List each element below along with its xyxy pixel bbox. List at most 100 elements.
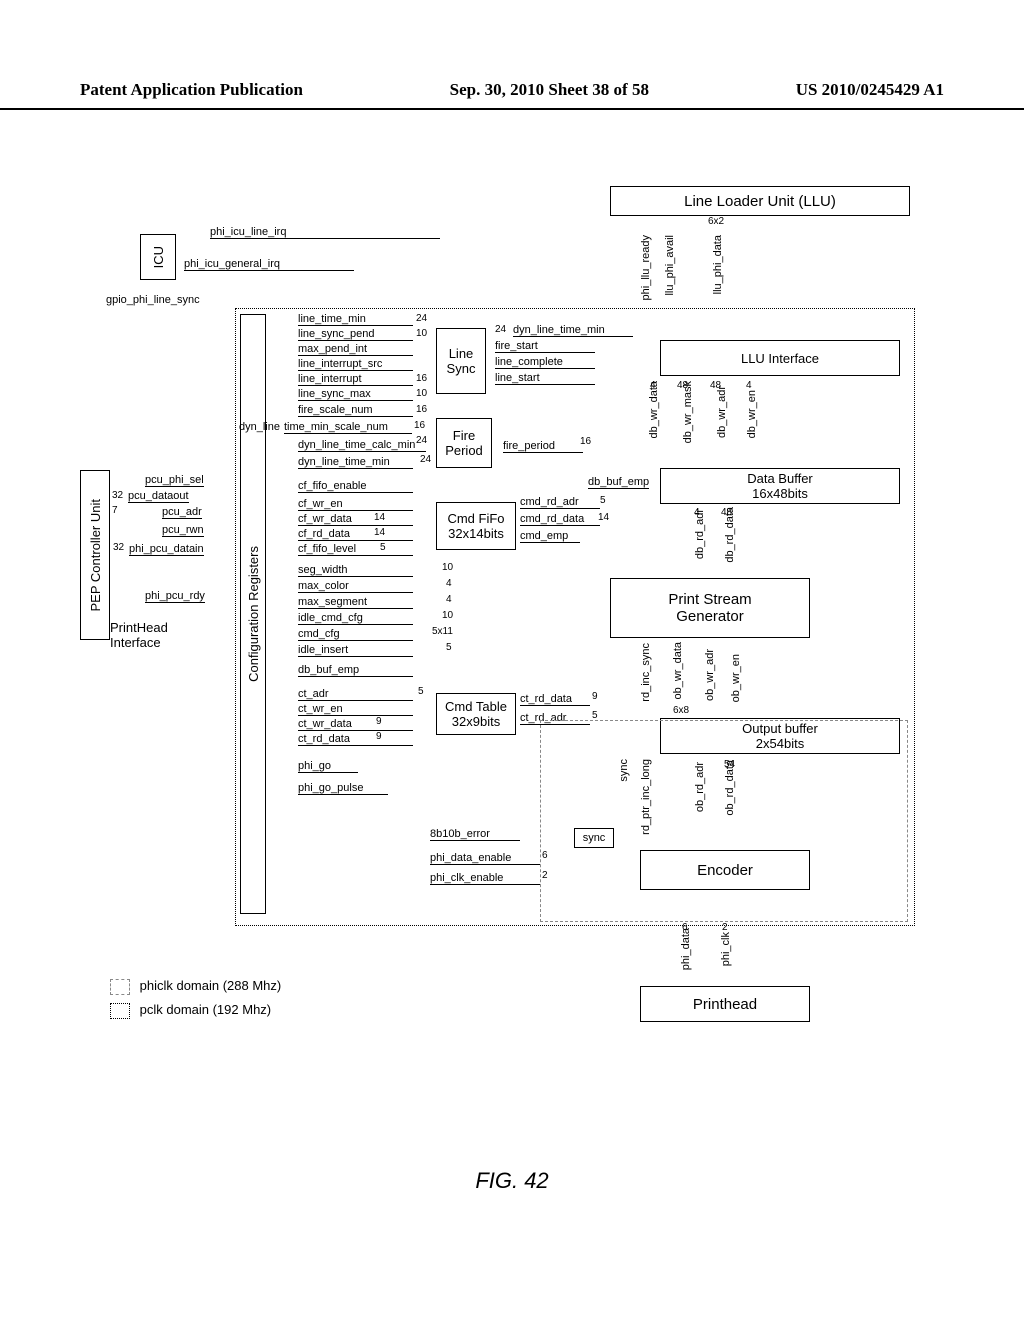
icu-block: ICU xyxy=(140,234,176,280)
sig-ob-wr-en: ob_wr_en xyxy=(730,654,742,702)
sig-llu-phi-avail: llu_phi_avail xyxy=(664,235,676,296)
figure-caption: FIG. 42 xyxy=(0,1168,1024,1194)
sig-cmd-cfg: cmd_cfg xyxy=(298,628,413,641)
sig-cf-wr-data: cf_wr_data xyxy=(298,513,413,526)
sig-cf-rd-data: cf_rd_data xyxy=(298,528,413,541)
page: Patent Application Publication Sep. 30, … xyxy=(0,0,1024,1320)
sig-ob-wr-data: ob_wr_data xyxy=(672,642,684,700)
sig-idle-cmd-cfg: idle_cmd_cfg xyxy=(298,612,413,625)
sig-phi-data-enable: phi_data_enable xyxy=(430,852,540,865)
sig-fire-period: fire_period xyxy=(503,440,583,453)
sig-line-time-min: line_time_min xyxy=(298,313,413,326)
sig-phi-go-pulse: phi_go_pulse xyxy=(298,782,388,795)
sig-ob-wr-adr: ob_wr_adr xyxy=(704,649,716,701)
legend-pclk: pclk domain (192 Mhz) xyxy=(110,1002,271,1019)
sig-32a: 32 xyxy=(112,490,123,501)
sig-line-complete: line_complete xyxy=(495,356,595,369)
w10d: 10 xyxy=(442,610,453,621)
w4d: 4 xyxy=(650,380,656,391)
sig-phi-icu-line-irq: phi_icu_line_irq xyxy=(210,226,440,239)
w48a: 48 xyxy=(677,380,688,391)
sig-max-color: max_color xyxy=(298,580,413,593)
legend-phiclk: phiclk domain (288 Mhz) xyxy=(110,978,281,995)
w5x11: 5x11 xyxy=(432,626,453,637)
sig-db-wr-adr: db_wr_adr xyxy=(716,386,728,438)
sig-phi-icu-general-irq: phi_icu_general_irq xyxy=(184,258,354,271)
header-left: Patent Application Publication xyxy=(80,80,303,100)
print-stream-block: Print Stream Generator xyxy=(610,578,810,638)
llu-title: Line Loader Unit (LLU) xyxy=(684,193,836,210)
w5a: 5 xyxy=(380,542,386,553)
config-label: Configuration Registers xyxy=(246,546,261,682)
sig-line-sync-pend: line_sync_pend xyxy=(298,328,413,341)
sig-max-pend-int: max_pend_int xyxy=(298,343,413,356)
w16a: 16 xyxy=(416,373,427,384)
w10b: 10 xyxy=(416,388,427,399)
sig-phi-data: phi_data xyxy=(680,928,692,970)
sig-phi-clk-enable: phi_clk_enable xyxy=(430,872,540,885)
w5d: 5 xyxy=(418,686,424,697)
w48b: 48 xyxy=(710,380,721,391)
w6b: 6 xyxy=(682,922,688,933)
llu-interface-block: LLU Interface xyxy=(660,340,900,376)
pep-block: PEP Controller Unit xyxy=(80,470,110,640)
sig-idle-insert: idle_insert xyxy=(298,644,413,657)
w4e: 4 xyxy=(694,507,700,518)
w10c: 10 xyxy=(442,562,453,573)
sig-ct-wr-data: ct_wr_data xyxy=(298,718,413,731)
sig-ct-wr-en: ct_wr_en xyxy=(298,703,413,716)
sig-8b10b-error: 8b10b_error xyxy=(430,828,520,841)
w24c: 24 xyxy=(416,435,427,446)
sig-7a: 7 xyxy=(112,505,118,516)
w9b: 9 xyxy=(592,691,598,702)
sig-db-wr-en: db_wr_en xyxy=(746,390,758,438)
encoder-block: Encoder xyxy=(640,850,810,890)
w14a: 14 xyxy=(374,512,385,523)
sig-line-interrupt-src: line_interrupt_src xyxy=(298,358,413,371)
sig-phi-llu-ready: phi_llu_ready xyxy=(640,235,652,300)
diagram: Line Loader Unit (LLU) ICU phi_icu_line_… xyxy=(80,180,944,1180)
data-buffer-block: Data Buffer 16x48bits xyxy=(660,468,900,504)
w24a: 24 xyxy=(416,313,427,324)
w16d: 16 xyxy=(580,436,591,447)
w4a: 4 xyxy=(446,578,452,589)
sig-ct-rd-data: ct_rd_data xyxy=(520,693,590,706)
legend-pclk-box xyxy=(110,1003,130,1019)
printhead-interface-label: PrintHead Interface xyxy=(110,620,168,650)
sig-gpio-phi-line-sync: gpio_phi_line_sync xyxy=(106,294,200,306)
printhead-block: Printhead xyxy=(640,986,810,1022)
w24d: 24 xyxy=(420,454,431,465)
w14c: 14 xyxy=(598,512,609,523)
line-sync-block: Line Sync xyxy=(436,328,486,394)
sig-phi-pcu-datain: phi_pcu_datain xyxy=(129,543,204,556)
w16b: 16 xyxy=(416,404,427,415)
w16c: 16 xyxy=(414,420,425,431)
w9x: 9 xyxy=(376,731,382,742)
sig-max-segment: max_segment xyxy=(298,596,413,609)
sig-dlt-min-scale-num: time_min_scale_num xyxy=(284,421,412,434)
w5b: 5 xyxy=(600,495,606,506)
sig-pcu-adr: pcu_adr xyxy=(162,506,202,519)
w2b: 2 xyxy=(722,922,728,933)
pep-label: PEP Controller Unit xyxy=(88,499,103,611)
sig-pcu-dataout: pcu_dataout xyxy=(128,490,189,503)
sig-dlt-calc-min: dyn_line_time_calc_min xyxy=(298,439,426,452)
w14b: 14 xyxy=(374,527,385,538)
config-registers-block: Configuration Registers xyxy=(240,314,266,914)
sig-32b: 32 xyxy=(113,542,124,553)
sig-phi-go: phi_go xyxy=(298,760,358,773)
sig-phi-pcu-rdy: phi_pcu_rdy xyxy=(145,590,205,603)
sig-line-start: line_start xyxy=(495,372,595,385)
sig-line-interrupt: line_interrupt xyxy=(298,373,413,386)
sig-llu-phi-data: llu_phi_data xyxy=(712,235,724,294)
icu-label: ICU xyxy=(151,246,166,268)
w24e: 24 xyxy=(495,324,506,335)
sig-seg-width: seg_width xyxy=(298,564,413,577)
w4b: 4 xyxy=(446,594,452,605)
sig-cf-fifo-enable: cf_fifo_enable xyxy=(298,480,413,493)
w48c: 48 xyxy=(721,507,732,518)
sig-cmd-emp: cmd_emp xyxy=(520,530,580,543)
fire-period-block: Fire Period xyxy=(436,418,492,468)
w5c: 5 xyxy=(446,642,452,653)
llu-title-box: Line Loader Unit (LLU) xyxy=(610,186,910,216)
